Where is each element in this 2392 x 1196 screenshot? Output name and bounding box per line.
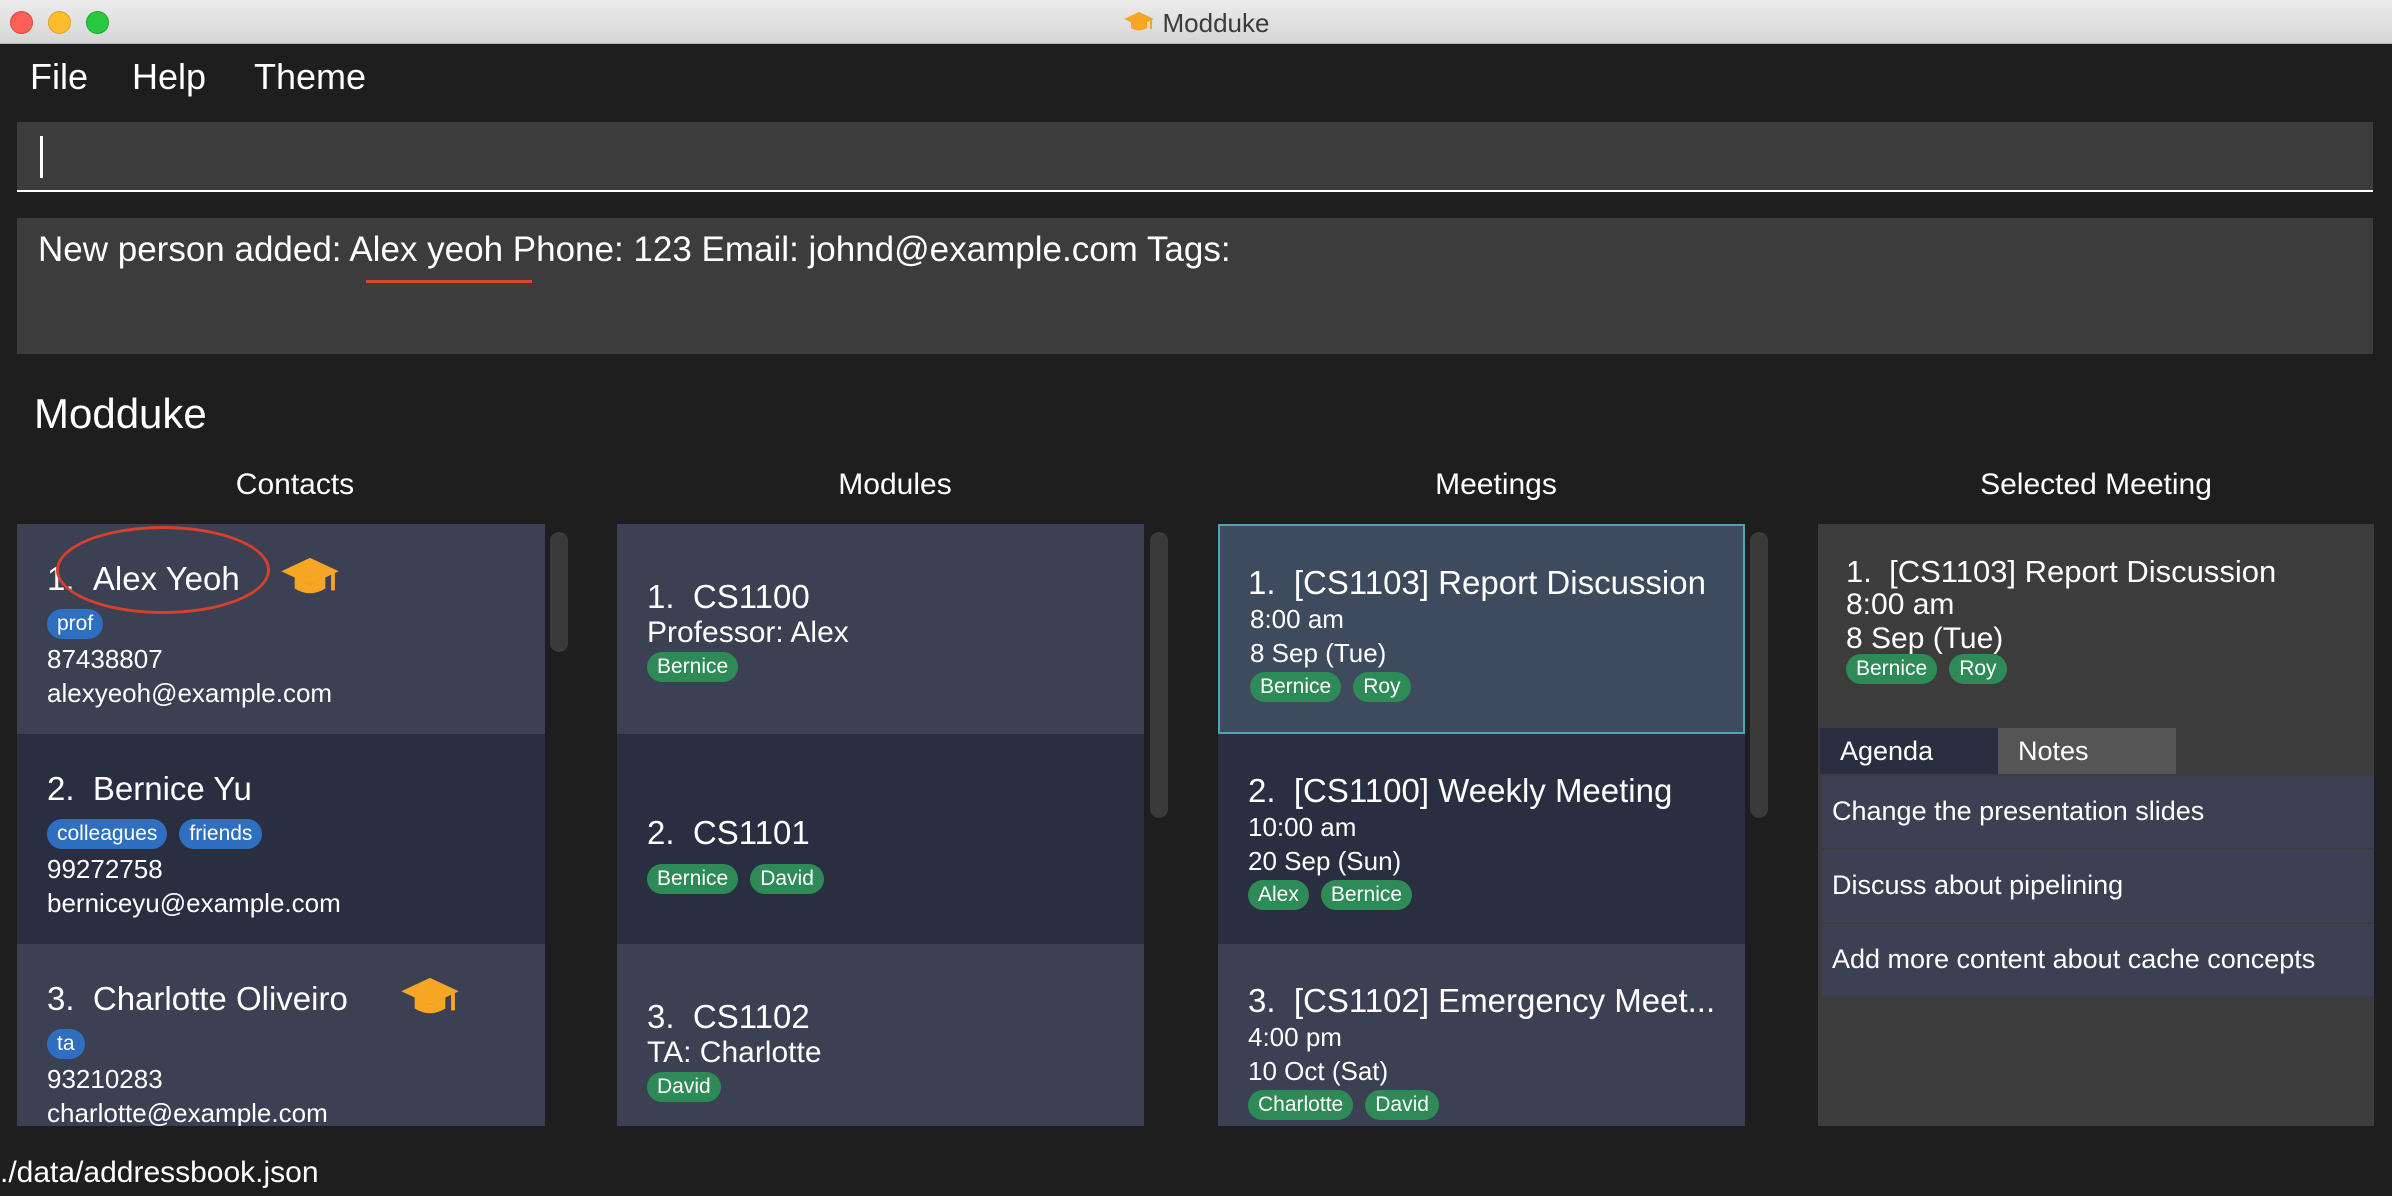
contact-email: berniceyu@example.com	[47, 888, 341, 918]
module-card[interactable]: 1. CS1100 Professor: Alex Bernice	[617, 524, 1144, 734]
meeting-card[interactable]: 3. [CS1102] Emergency Meet... 4:00 pm 10…	[1218, 944, 1745, 1126]
meeting-time: 4:00 pm	[1248, 1022, 1342, 1052]
meeting-date: 20 Sep (Sun)	[1248, 846, 1402, 876]
contact-phone: 93210283	[47, 1064, 163, 1094]
command-input[interactable]	[17, 122, 2373, 190]
contact-card[interactable]: 3. Charlotte Oliveiro ta 93210283 charlo…	[17, 944, 545, 1126]
meeting-date: 10 Oct (Sat)	[1248, 1056, 1389, 1086]
annotation-underline	[366, 280, 532, 283]
selected-meeting-header: Selected Meeting	[1980, 468, 2212, 501]
tag: Bernice	[1846, 654, 1938, 684]
result-text: New person added: Alex yeoh Phone: 123 E…	[38, 230, 1231, 269]
tag: David	[750, 864, 824, 894]
module-role: Professor: Alex	[647, 616, 849, 649]
agenda-item[interactable]: Discuss about pipelining	[1822, 850, 2374, 922]
meeting-tags: Alex Bernice	[1248, 880, 1413, 910]
selected-meeting-tags: Bernice Roy	[1846, 654, 2007, 684]
tag: David	[1365, 1090, 1439, 1120]
tag: Bernice	[647, 652, 739, 682]
contact-tags: colleagues friends	[47, 819, 263, 849]
tag: Charlotte	[1248, 1090, 1354, 1120]
contact-card[interactable]: 2. Bernice Yu colleagues friends 9927275…	[17, 734, 545, 944]
modules-list[interactable]: 1. CS1100 Professor: Alex Bernice 2. CS1…	[617, 524, 1144, 1126]
tag: friends	[179, 819, 263, 849]
contact-name: 3. Charlotte Oliveiro	[47, 980, 348, 1017]
tag: prof	[47, 609, 104, 639]
modules-header: Modules	[838, 468, 952, 501]
contact-phone: 99272758	[47, 854, 163, 884]
modules-scrollbar[interactable]	[1150, 532, 1168, 818]
contact-tags: ta	[47, 1029, 85, 1059]
annotation-circle	[56, 526, 270, 614]
meeting-title: 1. [CS1103] Report Discussion	[1248, 564, 1706, 601]
selected-meeting-title: 1. [CS1103] Report Discussion	[1846, 554, 2277, 589]
module-code: 2. CS1101	[647, 814, 810, 851]
tag: Bernice	[1250, 672, 1342, 702]
window-title: Modduke	[0, 8, 2392, 41]
meeting-card[interactable]: 2. [CS1100] Weekly Meeting 10:00 am 20 S…	[1218, 734, 1745, 944]
meeting-date: 8 Sep (Tue)	[1250, 638, 1387, 668]
tag: David	[647, 1072, 721, 1102]
contact-name: 2. Bernice Yu	[47, 770, 252, 807]
graduation-cap-icon	[279, 554, 341, 605]
menu-theme[interactable]: Theme	[254, 56, 366, 98]
tab-notes[interactable]: Notes	[1998, 728, 2176, 774]
result-person-name: Alex yeoh	[349, 230, 504, 269]
meeting-time: 10:00 am	[1248, 812, 1357, 842]
agenda-item[interactable]: Add more content about cache concepts	[1822, 924, 2374, 996]
module-tags: David	[647, 1072, 721, 1102]
module-card[interactable]: 3. CS1102 TA: Charlotte David	[617, 944, 1144, 1126]
module-role: TA: Charlotte	[647, 1036, 822, 1069]
module-card[interactable]: 2. CS1101 Bernice David	[617, 734, 1144, 944]
tag: colleagues	[47, 819, 168, 849]
menu-help[interactable]: Help	[132, 56, 206, 98]
meetings-scrollbar[interactable]	[1750, 532, 1768, 818]
meetings-header: Meetings	[1435, 468, 1557, 501]
contacts-header: Contacts	[235, 468, 355, 501]
selected-meeting-time: 8:00 am	[1846, 588, 1955, 621]
window-titlebar: Modduke	[0, 0, 2392, 44]
selected-meeting-date: 8 Sep (Tue)	[1846, 622, 2004, 655]
tag: Roy	[1353, 672, 1411, 702]
contact-tags: prof	[47, 609, 104, 639]
contacts-list[interactable]: 1. Alex Yeoh prof 87438807 alexyeoh@exam…	[17, 524, 545, 1126]
status-bar: ./data/addressbook.json	[0, 1150, 2392, 1196]
text-caret	[40, 136, 43, 178]
graduation-cap-icon	[1123, 10, 1155, 41]
meeting-time: 8:00 am	[1250, 604, 1344, 634]
menu-file[interactable]: File	[30, 56, 88, 98]
meeting-tags: Bernice Roy	[1250, 672, 1411, 702]
meeting-tags: Charlotte David	[1248, 1090, 1439, 1120]
meeting-title: 2. [CS1100] Weekly Meeting	[1248, 772, 1673, 809]
window-title-text: Modduke	[1162, 8, 1270, 38]
contacts-scrollbar[interactable]	[550, 532, 568, 652]
contact-email: alexyeoh@example.com	[47, 678, 333, 708]
module-code: 1. CS1100	[647, 578, 810, 615]
tag: ta	[47, 1029, 85, 1059]
status-file-path: ./data/addressbook.json	[0, 1156, 319, 1189]
app-title: Modduke	[34, 390, 207, 437]
menu-bar: File Help Theme	[0, 44, 2392, 110]
contact-phone: 87438807	[47, 644, 163, 674]
tab-agenda[interactable]: Agenda	[1820, 728, 1998, 774]
module-tags: Bernice	[647, 652, 739, 682]
meetings-list[interactable]: 1. [CS1103] Report Discussion 8:00 am 8 …	[1218, 524, 1745, 1126]
tag: Roy	[1949, 654, 2007, 684]
tag: Bernice	[1320, 880, 1413, 910]
module-tags: Bernice David	[647, 864, 824, 894]
meeting-card-selected[interactable]: 1. [CS1103] Report Discussion 8:00 am 8 …	[1218, 524, 1745, 734]
agenda-item[interactable]: Change the presentation slides	[1822, 776, 2374, 848]
meeting-title: 3. [CS1102] Emergency Meet...	[1248, 982, 1716, 1019]
command-box[interactable]	[17, 122, 2373, 192]
tag: Bernice	[647, 864, 739, 894]
result-display: New person added: Alex yeoh Phone: 123 E…	[17, 218, 2373, 354]
contact-email: charlotte@example.com	[47, 1098, 328, 1126]
module-code: 3. CS1102	[647, 998, 810, 1035]
tag: Alex	[1248, 880, 1309, 910]
graduation-cap-icon	[399, 974, 461, 1025]
